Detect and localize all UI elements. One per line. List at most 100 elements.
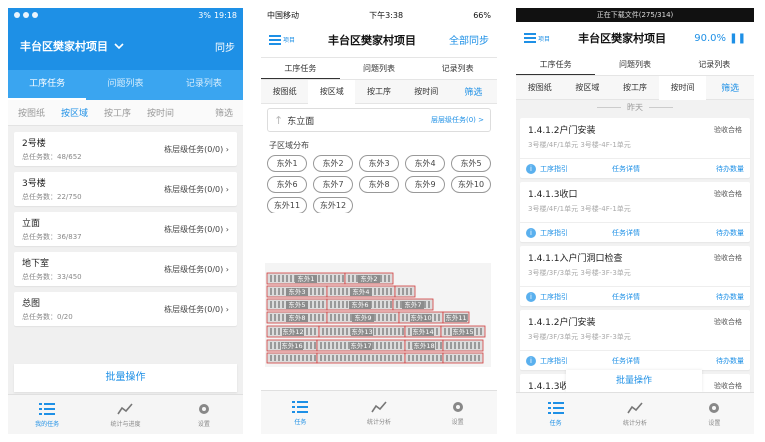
process-guide-link[interactable]: 工序指引 (540, 164, 612, 174)
filter-by-time[interactable]: 按时间 (403, 86, 450, 97)
subarea-chip[interactable]: 东外8 (359, 176, 399, 193)
filter-by-area[interactable]: 按区域 (308, 79, 356, 104)
subarea-chip[interactable]: 东外5 (451, 155, 491, 172)
nav-settings[interactable]: 设置 (675, 393, 754, 434)
todo-count-link[interactable]: 待办数量 (716, 356, 744, 366)
list-item[interactable]: 3号楼 总任务数：22/750 栋层级任务(0/0) › (14, 172, 237, 206)
drawing-zone[interactable]: 东外3 (266, 285, 328, 298)
subarea-chip[interactable]: 东外11 (267, 197, 307, 213)
drawing-zone[interactable]: 东外16 (266, 339, 318, 352)
subarea-chip[interactable]: 东外12 (313, 197, 353, 213)
drawing-zone[interactable]: 东外4 (326, 285, 396, 298)
drawing-zone[interactable]: 东外12 (266, 325, 320, 338)
drawing-zone[interactable]: 东外2 (344, 272, 394, 285)
drawing-zone[interactable]: 东外17 (316, 339, 406, 352)
batch-operation-button[interactable]: 批量操作 (566, 370, 702, 392)
tab-process-tasks[interactable]: 工序任务 (8, 70, 87, 100)
filter-button[interactable]: 筛选 (450, 85, 497, 98)
layer-tasks-link[interactable]: 层层级任务(0) > (431, 115, 484, 125)
nav-settings[interactable]: 设置 (165, 395, 243, 434)
task-card[interactable]: 1.4.1.3收口 验收合格 3号楼/4F/1单元 3号楼-4F-1单元 i 工序… (520, 182, 750, 242)
nav-statistics[interactable]: 统计分析 (595, 393, 674, 434)
filter-button[interactable]: 筛选 (215, 106, 233, 119)
filter-by-area[interactable]: 按区域 (564, 82, 612, 93)
task-detail-link[interactable]: 任务详情 (612, 356, 686, 366)
drawing-zone[interactable] (394, 285, 416, 298)
drawing-zone[interactable] (266, 352, 318, 364)
filter-by-drawing[interactable]: 按图纸 (261, 86, 308, 97)
list-item[interactable]: 2号楼 总任务数：48/652 栋层级任务(0/0) › (14, 132, 237, 166)
task-detail-link[interactable]: 任务详情 (612, 292, 686, 302)
sync-button[interactable]: 同步 (215, 39, 235, 54)
drawing-zone[interactable] (442, 339, 484, 352)
drawing-zone[interactable] (316, 352, 406, 364)
subarea-chip[interactable]: 东外2 (313, 155, 353, 172)
drawing-zone[interactable]: 东外18 (404, 339, 444, 352)
drawing-zone[interactable]: 东外11 (442, 311, 470, 324)
area-breadcrumb[interactable]: ↑ 东立面 层层级任务(0) > (267, 108, 491, 132)
tab-issue-list[interactable]: 问题列表 (340, 58, 419, 79)
subarea-chip[interactable]: 东外4 (405, 155, 445, 172)
tab-process-tasks[interactable]: 工序任务 (261, 58, 340, 79)
drawing-zone[interactable]: 东外5 (266, 298, 328, 311)
tab-record-list[interactable]: 记录列表 (675, 54, 754, 75)
filter-by-process[interactable]: 按工序 (104, 106, 131, 119)
filter-by-drawing[interactable]: 按图纸 (18, 106, 45, 119)
filter-by-area[interactable]: 按区域 (61, 106, 88, 119)
subarea-chip[interactable]: 东外9 (405, 176, 445, 193)
task-detail-link[interactable]: 任务详情 (612, 228, 686, 238)
drawing-zone[interactable]: 东外8 (266, 311, 328, 324)
tab-record-list[interactable]: 记录列表 (418, 58, 497, 79)
filter-by-time[interactable]: 按时间 (658, 75, 707, 100)
drawing-zone[interactable]: 东外15 (440, 325, 486, 338)
download-progress[interactable]: 90.0% ❚❚ (694, 33, 746, 44)
nav-statistics[interactable]: 统计与进度 (86, 395, 164, 434)
todo-count-link[interactable]: 待办数量 (716, 164, 744, 174)
drawing-zone[interactable]: 东外6 (326, 298, 394, 311)
list-item[interactable]: 总图 总任务数：0/20 栋层级任务(0/0) › (14, 292, 237, 326)
filter-button[interactable]: 筛选 (706, 81, 754, 94)
task-detail-link[interactable]: 任务详情 (612, 164, 686, 174)
drawing-zone[interactable]: 东外9 (326, 311, 400, 324)
menu-button[interactable]: 项目 (269, 33, 295, 47)
filter-by-process[interactable]: 按工序 (611, 82, 659, 93)
todo-count-link[interactable]: 待办数量 (716, 228, 744, 238)
menu-button[interactable]: 项目 (524, 31, 550, 45)
process-guide-link[interactable]: 工序指引 (540, 356, 612, 366)
process-guide-link[interactable]: 工序指引 (540, 292, 612, 302)
nav-settings[interactable]: 设置 (418, 391, 497, 434)
drawing-zone[interactable] (404, 352, 444, 364)
arrow-up-icon[interactable]: ↑ (274, 114, 283, 127)
drawing-zone[interactable]: 东外14 (404, 325, 442, 338)
subarea-chip[interactable]: 东外6 (267, 176, 307, 193)
nav-tasks[interactable]: 任务 (261, 391, 340, 434)
tab-issue-list[interactable]: 问题列表 (86, 70, 164, 100)
nav-tasks[interactable]: 任务 (516, 393, 595, 434)
todo-count-link[interactable]: 待办数量 (716, 292, 744, 302)
drawing-zone[interactable]: 东外1 (266, 272, 346, 285)
project-selector[interactable]: 丰台区樊家村项目 (20, 38, 124, 54)
task-card[interactable]: 1.4.1.2户门安装 验收合格 3号楼/3F/3单元 3号楼-3F-3单元 i … (520, 310, 750, 370)
drawing-zone[interactable]: 东外7 (392, 298, 434, 311)
filter-by-process[interactable]: 按工序 (355, 86, 402, 97)
tab-issue-list[interactable]: 问题列表 (595, 54, 674, 75)
nav-statistics[interactable]: 统计分析 (340, 391, 419, 434)
drawing-zone[interactable] (442, 352, 484, 364)
task-card[interactable]: 1.4.1.2户门安装 验收合格 3号楼/4F/1单元 3号楼-4F-1单元 i … (520, 118, 750, 178)
batch-operation-button[interactable]: 批量操作 (14, 364, 237, 392)
filter-by-drawing[interactable]: 按图纸 (516, 82, 564, 93)
list-item[interactable]: 地下室 总任务数：33/450 栋层级任务(0/0) › (14, 252, 237, 286)
subarea-chip[interactable]: 东外7 (313, 176, 353, 193)
process-guide-link[interactable]: 工序指引 (540, 228, 612, 238)
tab-process-tasks[interactable]: 工序任务 (516, 54, 596, 75)
elevation-drawing[interactable]: 东外1 东外2 东外3 东外4 东外5 东外6 东外7 东外8 东外9 东外10 东外11 东外12 东… (261, 243, 497, 378)
drawing-zone[interactable]: 东外10 (398, 311, 444, 324)
subarea-chip[interactable]: 东外1 (267, 155, 307, 172)
task-card[interactable]: 1.4.1.1入户门洞口检查 验收合格 3号楼/3F/3单元 3号楼-3F-3单元… (520, 246, 750, 306)
tab-record-list[interactable]: 记录列表 (165, 70, 243, 100)
drawing-zone[interactable]: 东外13 (318, 325, 406, 338)
subarea-chip[interactable]: 东外10 (451, 176, 491, 193)
nav-my-tasks[interactable]: 我的任务 (8, 395, 86, 434)
sync-all-button[interactable]: 全部同步 (449, 32, 489, 47)
list-item[interactable]: 立面 总任务数：36/837 栋层级任务(0/0) › (14, 212, 237, 246)
